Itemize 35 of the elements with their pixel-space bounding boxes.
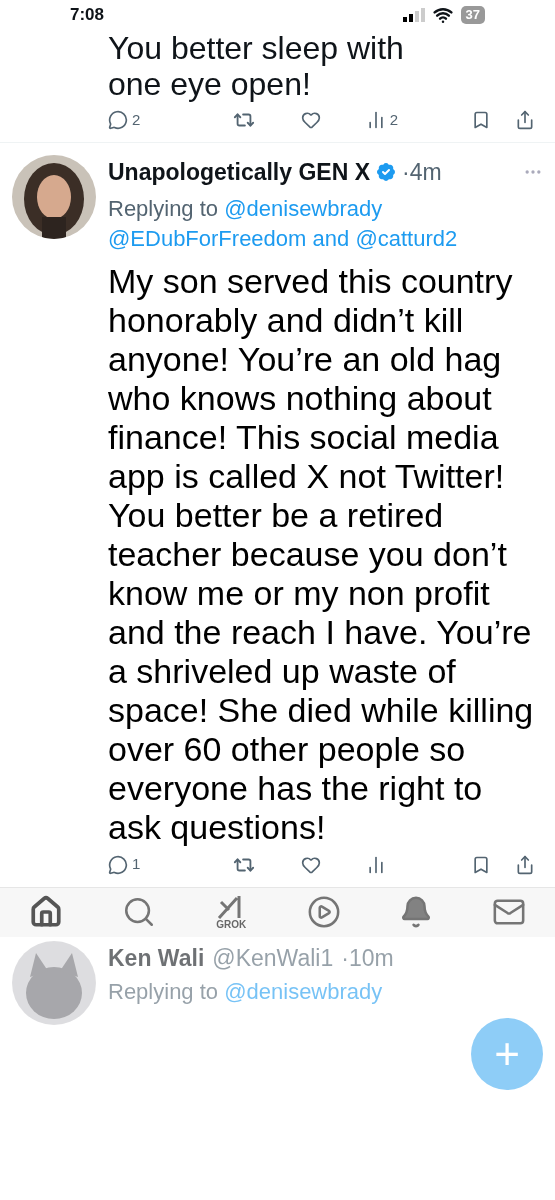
grok-label: GROK [216, 920, 247, 930]
reply-icon[interactable] [108, 854, 128, 875]
bookmark-icon[interactable] [471, 110, 491, 130]
reply-icon[interactable] [108, 110, 128, 130]
reply-count: 2 [132, 109, 141, 130]
like-icon[interactable] [300, 854, 321, 875]
nav-tab[interactable]: GROK [201, 888, 262, 936]
view-count: 2 [389, 109, 399, 130]
tweet-text-line: You better sleep with [108, 30, 405, 66]
like-icon[interactable] [300, 110, 321, 130]
mention-link[interactable]: @EDubForFreedom [108, 225, 307, 251]
mention-link[interactable]: @denisewbrady [224, 979, 383, 1004]
bookmark-icon[interactable] [471, 854, 491, 875]
compose-button[interactable]: + [471, 1018, 543, 1090]
tweet-time: ·4m [402, 158, 442, 187]
signal-icon [402, 8, 425, 22]
share-icon[interactable] [515, 854, 535, 875]
tweet-time: ·10m [341, 943, 394, 973]
mention-link[interactable]: @catturd2 [355, 225, 458, 251]
author-handle: @KenWali1 [212, 943, 334, 973]
mention-link[interactable]: @denisewbrady [224, 195, 383, 221]
author-name[interactable]: Unapologetically GEN X [108, 155, 370, 190]
battery-indicator: 37 [460, 6, 485, 24]
replying-conjunction: and [312, 225, 350, 251]
author-name[interactable]: Ken Wali [108, 940, 205, 975]
replying-label: Replying to [108, 195, 219, 221]
tweet-text-line: one eye open! [108, 66, 312, 102]
reply-count: 1 [132, 854, 141, 875]
share-icon[interactable] [515, 110, 535, 130]
tweet-text: My son served this country honorably and didn’t kill anyone! You’re an old hag who knows nothing about finance! This social media app is called X not Twitter! You better be a retired teacher because you don’t know me or my non profit and the reach I have. You’re a shriveled up waste of space! She died while killing over 60 other people so everyone has the right to ask questions! [108, 261, 535, 847]
home-icon [29, 895, 63, 929]
replying-label: Replying to [108, 979, 219, 1004]
status-time: 7:08 [70, 4, 105, 27]
wifi-icon [432, 5, 453, 25]
video-icon [306, 895, 341, 929]
